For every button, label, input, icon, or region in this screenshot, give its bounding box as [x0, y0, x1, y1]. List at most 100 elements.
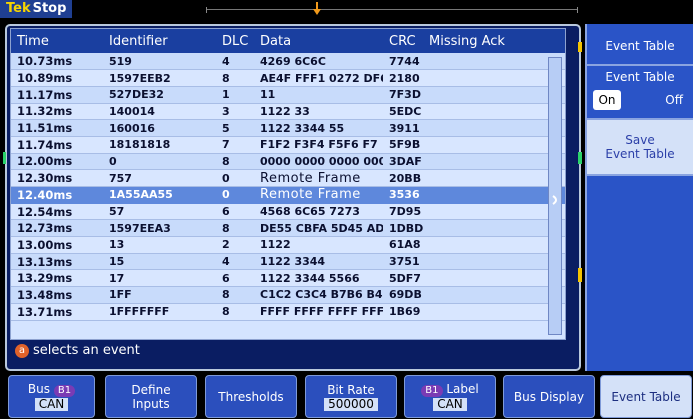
cell-time: 10.89ms — [11, 69, 103, 87]
cell-dlc: 6 — [216, 269, 254, 288]
cell-time: 11.32ms — [11, 103, 103, 121]
cell-identifier: 17 — [103, 269, 216, 288]
cell-missing-ack — [423, 53, 565, 71]
cell-missing-ack — [423, 203, 565, 221]
event-table-toggle[interactable]: Event Table On Off — [587, 66, 693, 120]
table-row[interactable]: 12.40ms 1A55AA55 0 Remote Frame 3536 — [11, 186, 565, 204]
cell-time: 13.13ms — [11, 253, 103, 271]
cell-identifier: 1597EEB2 — [103, 69, 216, 87]
brand-name: Tek — [6, 1, 31, 16]
bus-button[interactable]: Bus B1 CAN — [8, 375, 95, 418]
table-row[interactable]: 11.74ms 18181818 7 F1F2 F3F4 F5F6 F7 5F9B — [11, 136, 565, 154]
table-row[interactable]: 12.30ms 757 0 Remote Frame 20BB — [11, 169, 565, 187]
cell-identifier: 1FF — [103, 286, 216, 304]
event-table-window: Time Identifier DLC Data CRC Missing Ack… — [5, 24, 581, 371]
define-inputs-line1: Define — [131, 382, 171, 397]
bit-rate-button[interactable]: Bit Rate 500000 — [305, 375, 397, 418]
column-header-missing-ack[interactable]: Missing Ack — [423, 29, 565, 53]
table-row[interactable]: 11.51ms 160016 5 1122 3344 55 3911 — [11, 119, 565, 137]
table-row[interactable]: 11.32ms 140014 3 1122 33 5EDC — [11, 103, 565, 121]
cell-dlc: 4 — [216, 53, 254, 71]
cell-crc: 3751 — [383, 253, 423, 271]
cell-data: 4568 6C65 7273 — [254, 203, 383, 221]
cell-dlc: 8 — [216, 303, 254, 321]
bus-display-button[interactable]: Bus Display — [503, 375, 595, 418]
thresholds-button[interactable]: Thresholds — [205, 375, 297, 418]
cell-dlc: 1 — [216, 86, 254, 104]
table-row[interactable]: 13.71ms 1FFFFFFF 8 FFFF FFFF FFFF FFFF 1B69 — [11, 303, 565, 321]
cell-data: 11 — [254, 86, 383, 104]
table-row[interactable]: 13.48ms1FF8C1C2 C3C4 B7B6 B4B469DB — [11, 286, 565, 304]
cell-missing-ack — [423, 136, 565, 154]
cell-missing-ack — [423, 119, 565, 137]
cell-missing-ack — [423, 236, 565, 254]
cell-dlc: 2 — [216, 236, 254, 254]
cell-time: 12.40ms — [11, 186, 103, 204]
column-header-data[interactable]: Data — [254, 29, 383, 53]
cell-time: 13.00ms — [11, 236, 103, 254]
cell-missing-ack — [423, 286, 565, 304]
cell-identifier: 13 — [103, 236, 216, 254]
cell-data: 0000 0000 0000 0000 — [254, 153, 383, 171]
cell-identifier: 15 — [103, 253, 216, 271]
column-header-dlc[interactable]: DLC — [216, 29, 254, 53]
cell-crc: 5F9B — [383, 136, 423, 154]
table-row[interactable]: 13.29ms 17 6 1122 3344 5566 5DF7 — [11, 269, 565, 288]
cell-missing-ack — [423, 153, 565, 171]
save-label-line1: Save — [625, 133, 655, 147]
cell-time: 12.00ms — [11, 153, 103, 171]
cell-identifier: 1597EEA3 — [103, 219, 216, 238]
bus-button-title: Bus B1 — [27, 382, 76, 397]
cell-identifier: 519 — [103, 53, 216, 71]
bus-button-label: Bus — [27, 382, 51, 396]
cell-missing-ack — [423, 169, 565, 187]
cell-crc: 2180 — [383, 69, 423, 87]
cell-dlc: 5 — [216, 119, 254, 137]
cell-identifier: 0 — [103, 153, 216, 171]
side-marker-green — [578, 152, 582, 164]
event-table[interactable]: Time Identifier DLC Data CRC Missing Ack… — [10, 28, 566, 340]
cell-missing-ack — [423, 219, 565, 238]
cell-crc: 7F3D — [383, 86, 423, 104]
cell-data: 1122 3344 5566 — [254, 269, 383, 288]
bit-rate-value: 500000 — [324, 397, 378, 411]
cell-missing-ack — [423, 69, 565, 87]
on-off-switch[interactable]: On Off — [593, 90, 687, 110]
on-option[interactable]: On — [593, 90, 621, 110]
scroll-thumb-icon[interactable] — [551, 190, 559, 205]
define-inputs-button[interactable]: Define Inputs — [105, 375, 197, 418]
column-header-crc[interactable]: CRC — [383, 29, 423, 53]
record-view-bar — [206, 7, 578, 13]
record-line — [207, 9, 577, 10]
save-event-table-button[interactable]: Save Event Table — [587, 120, 693, 176]
table-row[interactable]: 12.73ms1597EEA38DE55 CBFA 5D45 AD8C1DBD — [11, 219, 565, 238]
table-row[interactable]: 10.73ms 519 4 4269 6C6C 7744 — [11, 53, 565, 71]
table-row[interactable]: 13.00ms 13 2 1122 61A8 — [11, 236, 565, 254]
cell-crc: 20BB — [383, 169, 423, 187]
off-option[interactable]: Off — [655, 90, 683, 110]
define-inputs-line2: Inputs — [132, 396, 170, 411]
cell-dlc: 8 — [216, 69, 254, 87]
table-header-row: Time Identifier DLC Data CRC Missing Ack — [11, 29, 565, 53]
cell-data: AE4F FFF1 0272 DF6B — [254, 69, 383, 87]
column-header-time[interactable]: Time — [11, 29, 103, 53]
table-row[interactable]: 13.13ms 15 4 1122 3344 3751 — [11, 253, 565, 271]
bus-label-button[interactable]: B1 Label CAN — [404, 375, 496, 418]
knob-hint-text: selects an event — [33, 343, 140, 358]
cell-missing-ack — [423, 269, 565, 288]
event-table-button[interactable]: Event Table — [600, 375, 692, 418]
cell-data: 1122 33 — [254, 103, 383, 121]
cell-identifier: 140014 — [103, 103, 216, 121]
event-table-grid: Time Identifier DLC Data CRC Missing Ack… — [11, 29, 565, 321]
cell-missing-ack — [423, 103, 565, 121]
table-row[interactable]: 12.00ms 0 8 0000 0000 0000 0000 3DAF — [11, 153, 565, 171]
table-body: 10.73ms 519 4 4269 6C6C 7744 10.89ms 1597EEB2 8… — [11, 53, 565, 321]
table-row[interactable]: 12.54ms 57 6 4568 6C65 7273 7D95 — [11, 203, 565, 221]
cell-data: 1122 — [254, 236, 383, 254]
table-row[interactable]: 10.89ms 1597EEB2 8 AE4F FFF1 0272 DF6B 2180 — [11, 69, 565, 87]
table-row[interactable]: 11.17ms 527DE32 1 11 7F3D — [11, 86, 565, 104]
column-header-identifier[interactable]: Identifier — [103, 29, 216, 53]
table-scrollbar[interactable] — [548, 57, 562, 335]
bus-label-label: Label — [446, 382, 479, 396]
side-menu: Event Table Event Table On Off Save Even… — [585, 24, 693, 371]
